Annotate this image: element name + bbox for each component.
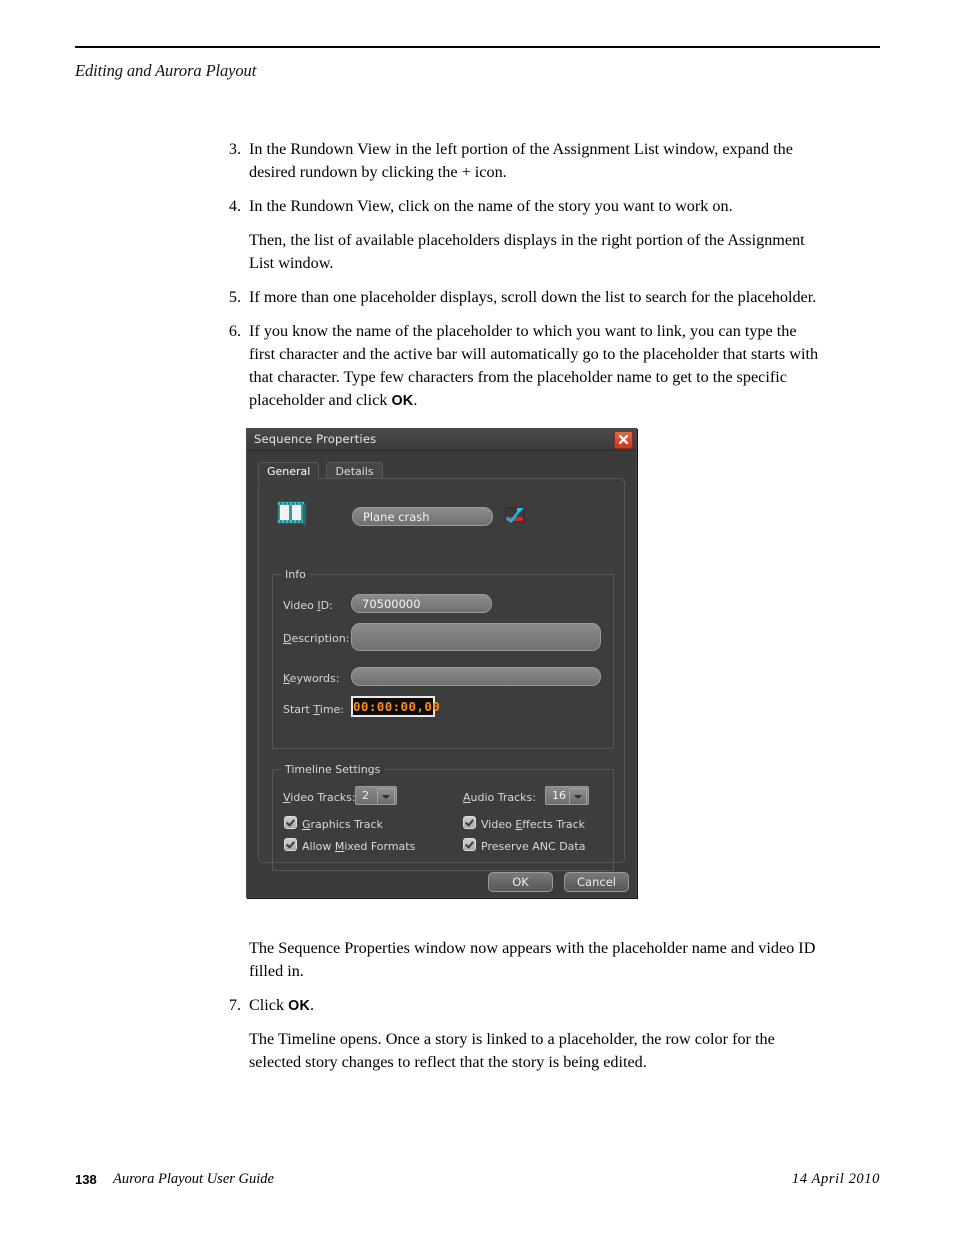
filmstrip-icon — [277, 499, 307, 531]
body-content-upper: 3. In the Rundown View in the left porti… — [221, 138, 821, 423]
checkbox-video-effects-track[interactable]: Video Effects Track — [463, 816, 585, 831]
body-content-lower: The Sequence Properties window now appea… — [221, 937, 821, 1085]
step-text-before: If you know the name of the placeholder … — [249, 322, 819, 409]
keywords-input[interactable] — [351, 667, 601, 686]
chevron-down-icon[interactable] — [569, 788, 587, 805]
checkbox-icon — [463, 816, 476, 829]
sequence-name-row: Plane crash — [247, 499, 636, 539]
close-icon[interactable] — [614, 431, 633, 449]
audio-tracks-select[interactable]: 16 — [545, 786, 589, 805]
timeline-settings-group: Timeline Settings Video Tracks: 2 Audio … — [272, 763, 614, 871]
checkbox-preserve-anc-data[interactable]: Preserve ANC Data — [463, 838, 585, 853]
description-input[interactable] — [351, 623, 601, 651]
start-time-input[interactable]: 00:00:00,00 — [351, 696, 440, 717]
step-number: 4. — [228, 197, 241, 215]
cancel-button[interactable]: Cancel — [564, 872, 629, 892]
list-item: 6. If you know the name of the placehold… — [221, 320, 821, 412]
dialog-title: Sequence Properties — [254, 432, 377, 446]
page-number: 138 — [75, 1172, 97, 1187]
step-keyboard-key: OK — [391, 393, 414, 409]
step-text: In the Rundown View in the left portion … — [249, 140, 793, 181]
step-number: 3. — [228, 140, 241, 158]
step-text-after: . — [309, 996, 315, 1014]
step-text: If more than one placeholder displays, s… — [249, 288, 817, 306]
paragraph-after-dialog: The Sequence Properties window now appea… — [249, 939, 816, 980]
keywords-label: Keywords: — [283, 672, 340, 685]
list-item: 3. In the Rundown View in the left porti… — [221, 138, 821, 184]
checkbox-icon — [463, 838, 476, 851]
step-number: 7. — [228, 996, 241, 1014]
video-tracks-value: 2 — [362, 789, 369, 802]
audio-tracks-label: Audio Tracks: — [463, 791, 536, 804]
paragraph-after-step4: Then, the list of available placeholders… — [249, 231, 805, 272]
list-item: 5. If more than one placeholder displays… — [221, 286, 821, 309]
step-text-before: Click — [249, 996, 289, 1014]
sequence-properties-dialog: Sequence Properties General Details Plan… — [246, 428, 637, 898]
start-time-label: Start Time: — [283, 703, 345, 716]
video-tracks-select[interactable]: 2 — [355, 786, 397, 805]
checkbox-graphics-track[interactable]: Graphics Track — [284, 816, 383, 831]
header-rule — [75, 46, 880, 48]
guide-title: Aurora Playout User Guide — [113, 1171, 274, 1187]
list-item: 7. Click OK. — [221, 994, 821, 1017]
close-x-glyph — [618, 434, 629, 445]
timeline-group-legend: Timeline Settings — [281, 763, 385, 776]
video-tracks-label: Video Tracks: — [283, 791, 356, 804]
step-text-after: . — [413, 391, 418, 409]
tabstrip: General Details — [258, 460, 385, 480]
checkbox-icon — [284, 838, 297, 851]
video-id-label: Video ID: — [283, 599, 333, 612]
link-check-icon[interactable] — [504, 506, 527, 530]
description-label: Description: — [283, 632, 350, 645]
tab-general[interactable]: General — [258, 462, 320, 480]
footer-date: 14 April 2010 — [791, 1171, 880, 1187]
sequence-name-input[interactable]: Plane crash — [352, 507, 493, 526]
info-group: Info Video ID: 70500000 Description: Key… — [272, 568, 614, 749]
step-number: 6. — [228, 322, 241, 340]
video-id-input[interactable]: 70500000 — [351, 594, 492, 613]
step-keyboard-key: OK — [288, 998, 310, 1014]
info-group-legend: Info — [281, 568, 310, 581]
list-item: 4. In the Rundown View, click on the nam… — [221, 195, 821, 218]
ok-button[interactable]: OK — [488, 872, 553, 892]
page-footer: 138 Aurora Playout User Guide 14 April 2… — [75, 1171, 880, 1192]
dialog-titlebar[interactable]: Sequence Properties — [247, 429, 636, 451]
audio-tracks-value: 16 — [552, 789, 566, 802]
paragraph-after-step7: The Timeline opens. Once a story is link… — [249, 1030, 775, 1071]
step-text: In the Rundown View, click on the name o… — [249, 197, 733, 215]
step-number: 5. — [228, 288, 241, 306]
dialog-body: General Details Plane crash Info Video I… — [247, 451, 636, 897]
chevron-down-icon[interactable] — [377, 788, 395, 805]
running-head: Editing and Aurora Playout — [75, 61, 257, 80]
checkbox-icon — [284, 816, 297, 829]
checkbox-allow-mixed-formats[interactable]: Allow Mixed Formats — [284, 838, 415, 853]
